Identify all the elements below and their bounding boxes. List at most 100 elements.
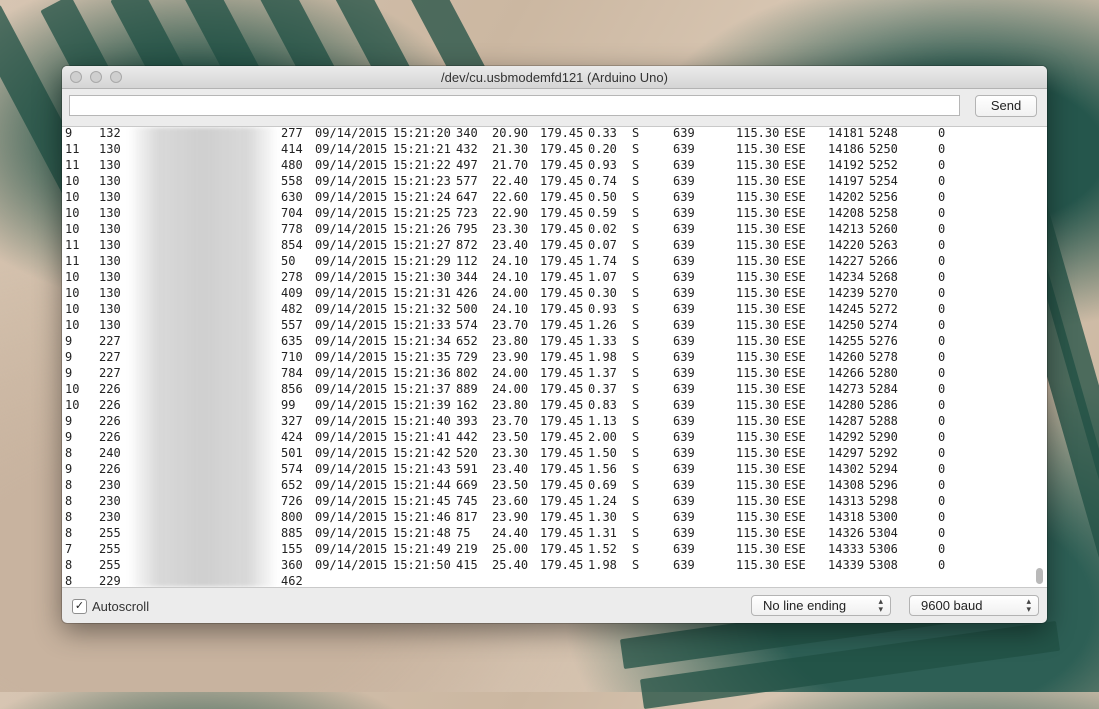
- serial-field-c0: 10: [65, 174, 80, 188]
- serial-field-c10: ESE: [784, 398, 806, 412]
- vertical-scrollbar[interactable]: [1036, 568, 1043, 584]
- autoscroll-control[interactable]: ✓ Autoscroll: [72, 599, 149, 614]
- serial-field-c7: S: [632, 206, 640, 220]
- footer-bar: ✓ Autoscroll No line ending ▴ ▾ 9600 baud…: [62, 588, 1047, 623]
- serial-field-c10: ESE: [784, 302, 806, 316]
- serial-field-c13: 0: [938, 478, 946, 492]
- serial-field-c2: 784: [281, 366, 303, 380]
- serial-field-c7: S: [632, 254, 640, 268]
- serial-field-c5: 179.45: [540, 510, 584, 524]
- serial-field-c7: S: [632, 238, 640, 252]
- serial-field-c11: 14197: [828, 174, 865, 188]
- serial-field-c13: 0: [938, 510, 946, 524]
- serial-field-c4: 24.40: [492, 526, 529, 540]
- serial-field-c13: 0: [938, 142, 946, 156]
- serial-field-c2: 424: [281, 430, 303, 444]
- serial-field-c13: 0: [938, 206, 946, 220]
- serial-field-c13: 0: [938, 446, 946, 460]
- updown-arrows-icon: ▴ ▾: [1026, 596, 1031, 614]
- serial-field-c12: 5306: [869, 542, 898, 556]
- serial-field-c2: 778: [281, 222, 303, 236]
- serial-field-c12: 5294: [869, 462, 898, 476]
- serial-field-c5: 179.45: [540, 302, 584, 316]
- serial-field-c8: 639: [673, 222, 695, 236]
- serial-field-c2: 635: [281, 334, 303, 348]
- title-bar[interactable]: /dev/cu.usbmodemfd121 (Arduino Uno): [62, 66, 1047, 89]
- serial-field-c0: 9: [65, 430, 73, 444]
- serial-field-c0: 8: [65, 510, 73, 524]
- serial-field-c9: 115.30: [736, 238, 780, 252]
- serial-field-c3: 442: [456, 430, 478, 444]
- send-button[interactable]: Send: [975, 95, 1037, 117]
- serial-field-c9: 115.30: [736, 398, 780, 412]
- serial-field-c11: 14273: [828, 382, 865, 396]
- serial-field-c10: ESE: [784, 366, 806, 380]
- serial-field-c5: 179.45: [540, 238, 584, 252]
- serial-field-c0: 9: [65, 462, 73, 476]
- serial-field-c2: 480: [281, 158, 303, 172]
- serial-field-c13: 0: [938, 238, 946, 252]
- line-ending-select[interactable]: No line ending ▴ ▾: [751, 595, 891, 616]
- serial-field-c6: 0.69: [588, 478, 617, 492]
- serial-field-c7: S: [632, 158, 640, 172]
- serial-field-c10: ESE: [784, 270, 806, 284]
- serial-field-c4: 25.40: [492, 558, 529, 572]
- serial-field-c1: 255: [99, 526, 121, 540]
- serial-field-c10: ESE: [784, 542, 806, 556]
- autoscroll-checkbox[interactable]: ✓: [72, 599, 87, 614]
- serial-output[interactable]: 9 132 277 09/14/2015 15:21:20 340 20.90 179.45 0…: [62, 126, 1047, 588]
- serial-field-c1: 226: [99, 382, 121, 396]
- serial-field-c7: S: [632, 494, 640, 508]
- serial-input-field[interactable]: [69, 95, 960, 116]
- updown-arrows-icon: ▴ ▾: [878, 596, 883, 614]
- serial-field-c1: 227: [99, 366, 121, 380]
- serial-field-c7: S: [632, 430, 640, 444]
- baud-rate-select[interactable]: 9600 baud ▴ ▾: [909, 595, 1039, 616]
- serial-field-c5: 179.45: [540, 286, 584, 300]
- serial-field-c2: 854: [281, 238, 303, 252]
- serial-field-c2: 501: [281, 446, 303, 460]
- serial-field-c0: 8: [65, 574, 73, 588]
- serial-field-c0: 10: [65, 318, 80, 332]
- serial-field-c2: 360: [281, 558, 303, 572]
- serial-field-c8: 639: [673, 510, 695, 524]
- serial-field-c0: 7: [65, 542, 73, 556]
- serial-field-c12: 5260: [869, 222, 898, 236]
- serial-field-c7: S: [632, 126, 640, 140]
- autoscroll-label: Autoscroll: [92, 599, 150, 614]
- serial-field-c5: 179.45: [540, 430, 584, 444]
- serial-field-c9: 115.30: [736, 510, 780, 524]
- serial-field-c10: ESE: [784, 254, 806, 268]
- serial-field-time: 15:21:46: [393, 510, 451, 524]
- serial-field-c4: 23.30: [492, 446, 529, 460]
- serial-field-c4: 23.90: [492, 510, 529, 524]
- serial-field-c13: 0: [938, 270, 946, 284]
- serial-field-c8: 639: [673, 446, 695, 460]
- serial-field-c8: 639: [673, 334, 695, 348]
- serial-field-c0: 9: [65, 126, 73, 140]
- serial-field-c7: S: [632, 222, 640, 236]
- serial-field-c6: 0.93: [588, 302, 617, 316]
- serial-field-c5: 179.45: [540, 174, 584, 188]
- serial-field-c9: 115.30: [736, 270, 780, 284]
- serial-field-c9: 115.30: [736, 382, 780, 396]
- serial-field-c2: 155: [281, 542, 303, 556]
- checkmark-icon: ✓: [74, 600, 85, 612]
- serial-field-c5: 179.45: [540, 222, 584, 236]
- serial-field-date: 09/14/2015: [315, 334, 388, 348]
- serial-field-c5: 179.45: [540, 254, 584, 268]
- serial-field-c7: S: [632, 190, 640, 204]
- serial-field-c5: 179.45: [540, 494, 584, 508]
- serial-field-c4: 23.80: [492, 334, 529, 348]
- serial-field-c0: 10: [65, 206, 80, 220]
- serial-field-c4: 24.00: [492, 366, 529, 380]
- serial-field-time: 15:21:24: [393, 190, 451, 204]
- serial-field-c10: ESE: [784, 286, 806, 300]
- serial-field-c8: 639: [673, 398, 695, 412]
- serial-field-time: 15:21:40: [393, 414, 451, 428]
- serial-field-c6: 1.30: [588, 510, 617, 524]
- serial-field-c8: 639: [673, 270, 695, 284]
- serial-field-c7: S: [632, 350, 640, 364]
- serial-field-c13: 0: [938, 462, 946, 476]
- serial-field-c10: ESE: [784, 510, 806, 524]
